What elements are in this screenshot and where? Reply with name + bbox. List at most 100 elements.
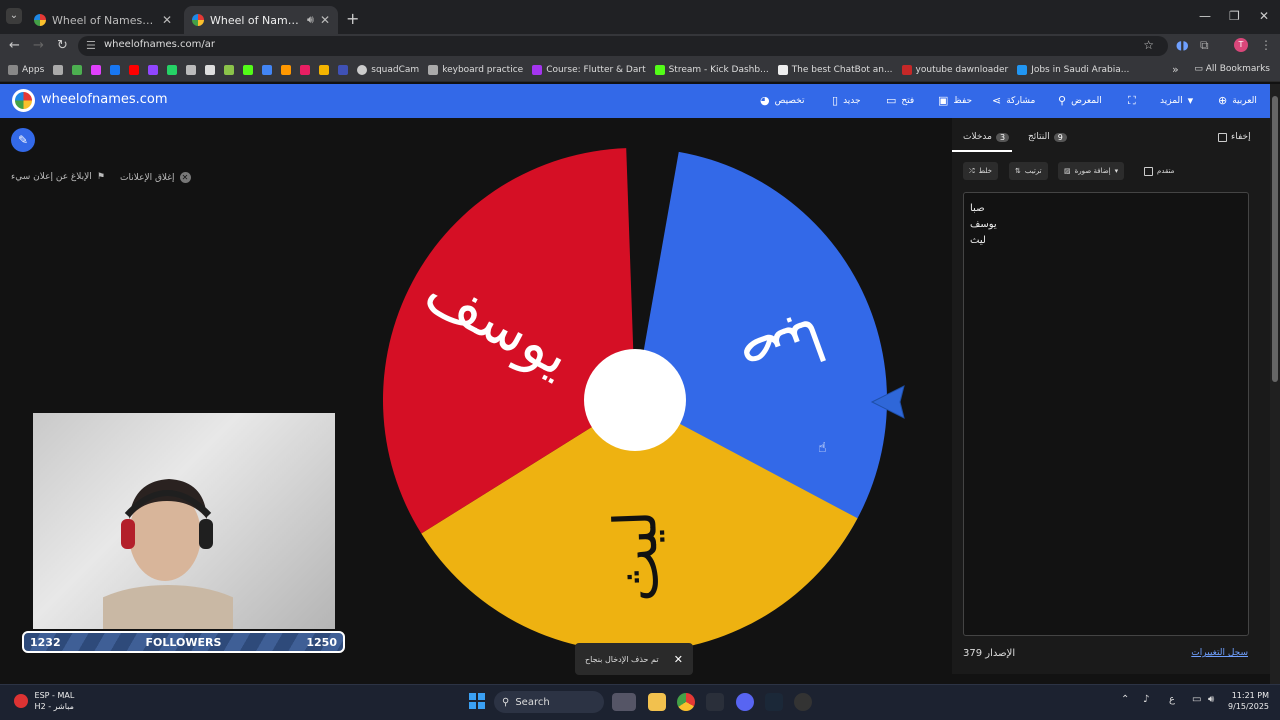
extensions-puzzle-icon[interactable]: ⧉ [1200, 38, 1209, 53]
app-icon[interactable] [794, 693, 812, 711]
wheel-center-button[interactable] [584, 349, 686, 451]
wheel[interactable]: صباليثيوسف [370, 140, 900, 660]
edit-pencil-icon[interactable]: ✎ [11, 128, 35, 152]
bookmark-icon-only[interactable] [300, 64, 311, 75]
bookmark-icon-only[interactable] [338, 64, 349, 75]
profile-avatar[interactable]: T [1234, 38, 1248, 52]
extension-icon[interactable]: ◖◗ [1176, 38, 1189, 52]
all-bookmarks[interactable]: ▭ All Bookmarks [1194, 64, 1270, 74]
bookmark-star-icon[interactable]: ☆ [1143, 38, 1154, 52]
toast-close-icon[interactable]: ✕ [674, 653, 683, 666]
widgets-icon[interactable] [612, 693, 636, 711]
share-button[interactable]: ⋖ مشاركة [992, 94, 1035, 107]
discord-icon[interactable] [736, 693, 754, 711]
network-icon[interactable]: ▭ [1192, 694, 1201, 705]
bookmark-icon-only[interactable] [53, 64, 64, 75]
new-button[interactable]: ▯ جديد [832, 94, 861, 107]
chart-icon [281, 64, 292, 75]
bookmark-label: Apps [22, 64, 45, 75]
tab-entries[interactable]: مدخلات 3 [963, 132, 1010, 142]
report-ad-link[interactable]: الإبلاغ عن إعلان سيء ⚑ [11, 172, 105, 182]
bookmark-flutter-course[interactable]: Course: Flutter & Dart [532, 64, 646, 75]
gallery-button[interactable]: ⚲ المعرض [1058, 94, 1102, 107]
bookmark-icon-only[interactable] [148, 64, 159, 75]
reload-icon[interactable]: ↻ [57, 38, 68, 53]
input-language[interactable]: ع [1169, 694, 1175, 705]
volume-icon[interactable]: 🔊︎ [1208, 694, 1214, 705]
bookmark-squadcam[interactable]: squadCam [357, 64, 419, 75]
restore-icon[interactable]: ❐ [1229, 9, 1240, 23]
page-scrollbar[interactable] [1270, 84, 1280, 684]
sort-button[interactable]: ⇅ ترتيب [1009, 162, 1048, 180]
bookmark-icon-only[interactable] [110, 64, 121, 75]
hide-checkbox[interactable] [1218, 132, 1227, 142]
sort-icon: ⇅ [1015, 167, 1021, 175]
site-info-icon[interactable]: ☰ [86, 39, 96, 52]
changelog-link[interactable]: سجل التغييرات [1191, 648, 1248, 658]
save-button[interactable]: ▣ حفظ [938, 94, 972, 107]
chrome-icon[interactable] [677, 693, 695, 711]
minimize-icon[interactable]: — [1199, 9, 1211, 23]
taskbar-search[interactable]: ⚲ Search [494, 691, 604, 713]
steam-icon[interactable] [765, 693, 783, 711]
bookmark-jobs[interactable]: Jobs in Saudi Arabia... [1017, 64, 1129, 75]
system-clock[interactable]: 11:21 PM 9/15/2025 [1228, 690, 1269, 712]
site-logo-text[interactable]: wheelofnames.com [41, 92, 168, 107]
windows-start-icon[interactable] [469, 693, 485, 709]
bookmark-icon-only[interactable] [205, 64, 216, 75]
bookmark-kick-dashboard[interactable]: Stream - Kick Dashb... [654, 64, 769, 75]
open-button[interactable]: ▭ فتح [886, 94, 914, 107]
hide-toggle[interactable]: إخفاء [1218, 132, 1251, 142]
bookmark-icon-only[interactable] [224, 64, 235, 75]
scrollbar-thumb[interactable] [1272, 96, 1278, 382]
fullscreen-button[interactable]: ⛶ [1128, 94, 1136, 108]
bookmark-icon-only[interactable] [129, 64, 140, 75]
more-bookmarks-icon[interactable]: » [1172, 63, 1179, 76]
close-tab-icon[interactable]: ✕ [320, 13, 330, 27]
file-explorer-icon[interactable] [648, 693, 666, 711]
bookmark-icon-only[interactable] [186, 64, 197, 75]
tab-search-icon[interactable]: ⌄ [6, 8, 22, 24]
address-bar[interactable]: ☰ wheelofnames.com/ar ☆ [78, 36, 1168, 56]
browser-menu-icon[interactable]: ⋮ [1260, 38, 1272, 52]
advanced-toggle[interactable]: متقدم [1138, 162, 1180, 180]
bookmark-chatbot[interactable]: The best ChatBot an... [777, 64, 893, 75]
close-tab-icon[interactable]: ✕ [162, 13, 172, 27]
bookmark-icon-only[interactable] [243, 64, 254, 75]
bookmark-icon-only[interactable] [91, 64, 102, 75]
bookmark-icon-only[interactable] [262, 64, 273, 75]
share-label: مشاركة [1006, 95, 1036, 106]
bookmark-icon-only[interactable] [72, 64, 83, 75]
speaker-icon[interactable]: 🔊︎ [307, 13, 314, 27]
add-image-button[interactable]: ▨ إضافة صورة ▾ [1058, 162, 1125, 180]
more-button[interactable]: المزيد ▾ [1160, 94, 1193, 107]
advanced-checkbox[interactable] [1144, 166, 1153, 176]
microphone-icon[interactable]: ♪ [1143, 694, 1149, 705]
bookmark-youtube-downloader[interactable]: youtube dawnloader [901, 64, 1008, 75]
tray-chevron-icon[interactable]: ⌃ [1121, 694, 1129, 705]
language-button[interactable]: ⊕ العربية [1218, 94, 1257, 107]
wheel-logo-icon[interactable] [12, 89, 35, 112]
chevron-down-icon: ▾ [1187, 94, 1194, 107]
entries-textarea[interactable]: صبا يوسف ليث [963, 192, 1249, 636]
bookmark-icon-only[interactable] [319, 64, 330, 75]
customize-button[interactable]: ◕ تخصيص [760, 94, 804, 107]
bookmark-apps[interactable]: Apps [8, 64, 45, 75]
forward-icon[interactable]: → [33, 38, 44, 53]
browser-tab-2[interactable]: Wheel of Names | العشوائي 🔊︎ ✕ [184, 6, 338, 34]
close-ads-link[interactable]: إغلاق الإعلانات ✕ [120, 172, 191, 183]
bookmark-icon-only[interactable] [281, 64, 292, 75]
shuffle-button[interactable]: ⤮ خلط [963, 162, 998, 180]
diamond-icon [777, 64, 788, 75]
browser-tab-1[interactable]: Wheel of Names | اسم العشوائي ✕ [26, 6, 180, 34]
youtube-icon [129, 64, 140, 75]
tab-results[interactable]: النتائج 9 [1028, 132, 1067, 142]
new-tab-icon[interactable]: + [346, 9, 359, 28]
tab-results-label: النتائج [1028, 132, 1050, 142]
bookmark-icon-only[interactable] [167, 64, 178, 75]
sports-widget[interactable]: ESP - MAL H2 - مباشر [14, 690, 74, 712]
bookmark-keyboard-practice[interactable]: keyboard practice [428, 64, 523, 75]
close-window-icon[interactable]: ✕ [1259, 9, 1269, 23]
obs-icon[interactable] [706, 693, 724, 711]
back-icon[interactable]: ← [9, 38, 20, 53]
